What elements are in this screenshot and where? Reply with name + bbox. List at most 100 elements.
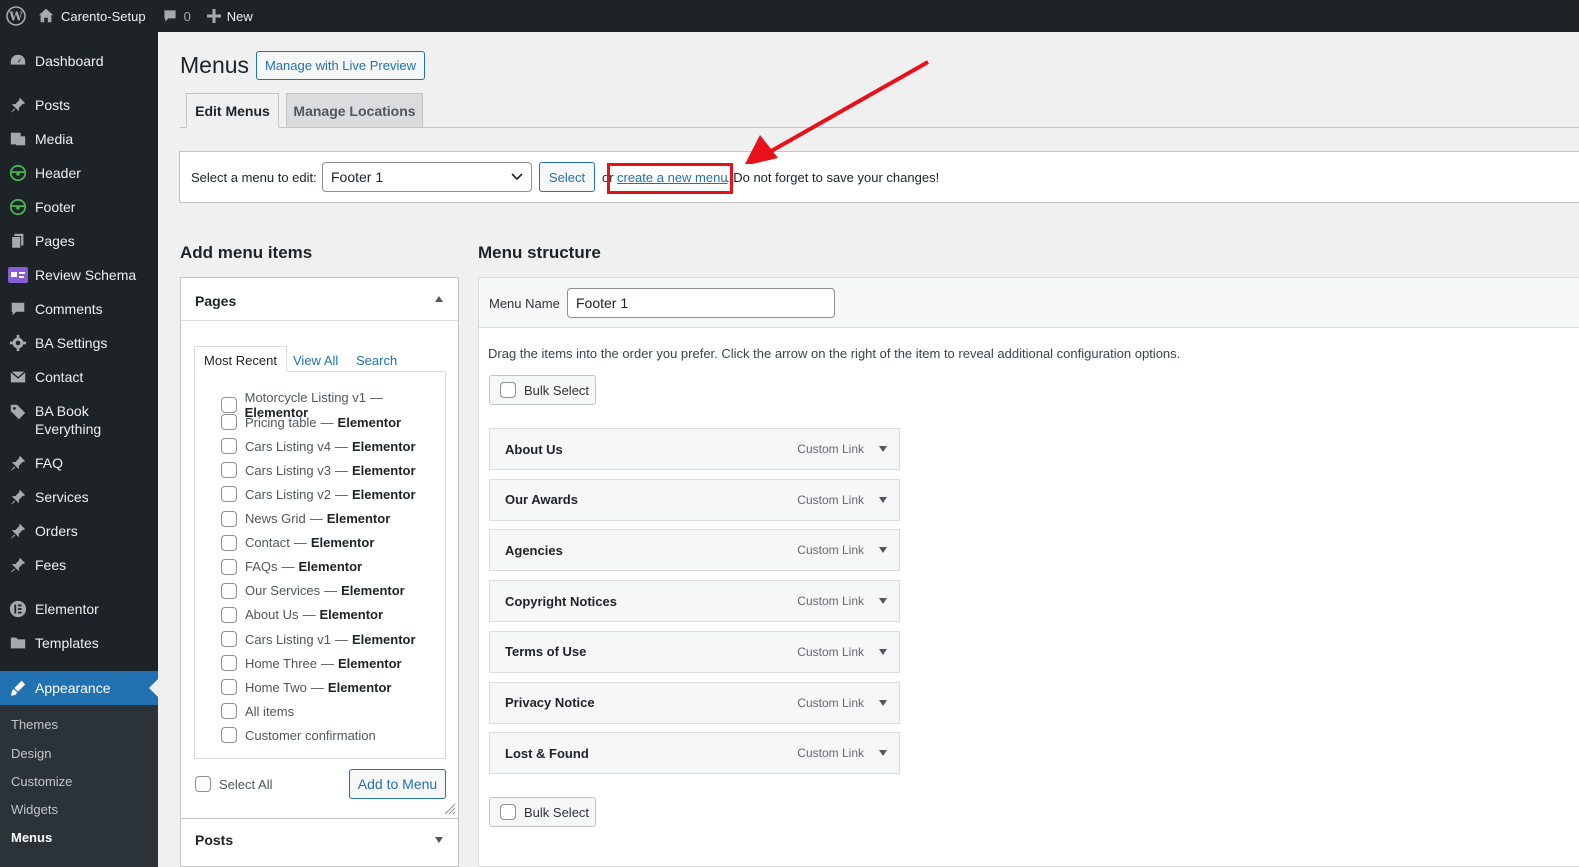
page-checkbox[interactable] bbox=[221, 606, 237, 623]
tab-most-recent[interactable]: Most Recent bbox=[194, 346, 287, 372]
expand-item-caret-icon[interactable] bbox=[879, 446, 887, 452]
page-checklist-item[interactable]: Home Two — Elementor bbox=[221, 679, 391, 696]
page-checkbox[interactable] bbox=[221, 727, 237, 744]
tab-search[interactable]: Search bbox=[356, 353, 397, 368]
tab-manage-locations[interactable]: Manage Locations bbox=[286, 93, 423, 127]
menu-item-title: Our Awards bbox=[505, 492, 578, 508]
page-checkbox[interactable] bbox=[221, 703, 237, 720]
sidebar-item-ba-book-everything[interactable]: BA Book Everything bbox=[0, 396, 158, 444]
menu-item-type: Custom Link bbox=[797, 543, 864, 558]
sidebar-item-fees[interactable]: Fees bbox=[0, 550, 158, 580]
page-checklist-item[interactable]: About Us — Elementor bbox=[221, 606, 383, 623]
page-checklist-item[interactable]: News Grid — Elementor bbox=[221, 510, 390, 527]
expand-item-caret-icon[interactable] bbox=[879, 547, 887, 554]
submenu-item-menus[interactable]: Menus bbox=[11, 830, 52, 845]
page-checklist-item[interactable]: Cars Listing v1— Elementor bbox=[221, 631, 416, 647]
select-all-checkbox[interactable] bbox=[195, 776, 211, 792]
sidebar-item-appearance[interactable]: Appearance bbox=[0, 671, 158, 705]
posts-panel[interactable]: Posts bbox=[180, 818, 459, 867]
sidebar-item-contact[interactable]: Contact bbox=[0, 362, 158, 392]
page-checklist-item[interactable]: Customer confirmation bbox=[221, 727, 376, 744]
menu-item-row[interactable]: Copyright Notices Custom Link bbox=[489, 580, 900, 623]
sidebar-item-header[interactable]: Header bbox=[0, 158, 158, 188]
page-checklist-item[interactable]: FAQs — Elementor bbox=[221, 558, 362, 575]
sidebar-item-services[interactable]: Services bbox=[0, 482, 158, 512]
page-checklist-item[interactable]: All items bbox=[221, 703, 295, 720]
sidebar-item-orders[interactable]: Orders bbox=[0, 516, 158, 546]
resize-handle-icon[interactable] bbox=[444, 803, 456, 815]
submenu-item-themes[interactable]: Themes bbox=[11, 717, 58, 732]
sidebar-item-label: Review Schema bbox=[35, 267, 137, 283]
sidebar-item-posts[interactable]: Posts bbox=[0, 90, 158, 120]
select-button[interactable]: Select bbox=[539, 162, 595, 192]
bulk-select-bottom-button[interactable]: Bulk Select bbox=[489, 797, 596, 827]
submenu-item-design[interactable]: Design bbox=[11, 746, 51, 761]
page-checkbox[interactable] bbox=[221, 462, 237, 479]
add-to-menu-button[interactable]: Add to Menu bbox=[349, 769, 446, 799]
bulk-select-top-button[interactable]: Bulk Select bbox=[489, 375, 596, 405]
sidebar-item-footer[interactable]: Footer bbox=[0, 192, 158, 222]
site-name-link[interactable]: Carento-Setup bbox=[33, 0, 154, 32]
pages-panel: Pages Most Recent View All Search Motorc… bbox=[180, 277, 459, 819]
submenu-item-customize[interactable]: Customize bbox=[11, 774, 72, 789]
page-checkbox[interactable] bbox=[221, 534, 237, 551]
sidebar-item-label-line1: BA Book bbox=[35, 403, 89, 419]
page-checkbox[interactable] bbox=[221, 438, 237, 455]
page-checkbox[interactable] bbox=[221, 582, 237, 599]
menu-item-row[interactable]: Privacy Notice Custom Link bbox=[489, 681, 900, 724]
page-checklist-item[interactable]: Cars Listing v2— Elementor bbox=[221, 486, 416, 503]
manage-live-preview-button[interactable]: Manage with Live Preview bbox=[256, 51, 425, 80]
menu-item-row[interactable]: Agencies Custom Link bbox=[489, 529, 900, 572]
menu-select-dropdown[interactable]: Footer 1 bbox=[322, 162, 532, 192]
page-checkbox[interactable] bbox=[221, 510, 237, 527]
sidebar-item-label: Templates bbox=[35, 635, 99, 651]
sidebar-item-ba-settings[interactable]: BA Settings bbox=[0, 328, 158, 358]
page-item-label: Cars Listing v1— Elementor bbox=[245, 632, 416, 647]
page-checklist-item[interactable]: Home Three — Elementor bbox=[221, 655, 402, 672]
page-checkbox[interactable] bbox=[221, 397, 237, 413]
menu-item-row[interactable]: Our Awards Custom Link bbox=[489, 478, 900, 521]
sidebar-item-elementor[interactable]: Elementor bbox=[0, 594, 158, 624]
sidebar-item-faq[interactable]: FAQ bbox=[0, 448, 158, 478]
sidebar-item-templates[interactable]: Templates bbox=[0, 628, 158, 658]
sidebar-item-label: Header bbox=[35, 165, 81, 181]
sidebar-item-label: Media bbox=[35, 131, 74, 147]
page-checkbox[interactable] bbox=[221, 679, 237, 696]
comments-link[interactable]: 0 bbox=[154, 0, 199, 32]
bulk-select-checkbox[interactable] bbox=[500, 382, 516, 398]
menu-item-row[interactable]: Lost & Found Custom Link bbox=[489, 732, 900, 775]
expand-item-caret-icon[interactable] bbox=[879, 496, 887, 503]
expand-item-caret-icon[interactable] bbox=[879, 598, 887, 605]
page-checklist-item[interactable]: Our Services — Elementor bbox=[221, 582, 405, 599]
sidebar-item-review-schema[interactable]: Review Schema bbox=[0, 260, 158, 290]
menu-item-row[interactable]: Terms of Use Custom Link bbox=[489, 630, 900, 673]
submenu-item-widgets[interactable]: Widgets bbox=[11, 802, 58, 817]
page-checkbox[interactable] bbox=[221, 558, 237, 575]
expand-item-caret-icon[interactable] bbox=[879, 750, 887, 757]
page-checkbox[interactable] bbox=[221, 631, 237, 647]
page-checkbox[interactable] bbox=[221, 414, 237, 431]
sidebar-item-comments[interactable]: Comments bbox=[0, 294, 158, 324]
menu-name-input[interactable]: Footer 1 bbox=[567, 288, 835, 318]
sidebar-item-dashboard[interactable]: Dashboard bbox=[0, 46, 158, 76]
bulk-select-checkbox[interactable] bbox=[500, 804, 516, 820]
pages-panel-header[interactable]: Pages bbox=[181, 278, 458, 321]
expand-item-caret-icon[interactable] bbox=[879, 648, 887, 655]
page-checklist-item[interactable]: Cars Listing v3— Elementor bbox=[221, 462, 416, 479]
tab-edit-menus[interactable]: Edit Menus bbox=[186, 93, 279, 128]
sidebar-item-pages[interactable]: Pages bbox=[0, 226, 158, 256]
sidebar-item-media[interactable]: Media bbox=[0, 124, 158, 154]
select-all-control[interactable]: Select All bbox=[195, 776, 272, 792]
page-checklist-item[interactable]: Pricing table — Elementor bbox=[221, 414, 401, 431]
new-content-link[interactable]: New bbox=[199, 0, 261, 32]
page-checklist-item[interactable]: Cars Listing v4— Elementor bbox=[221, 438, 416, 455]
page-checkbox[interactable] bbox=[221, 655, 237, 672]
page-item-suffix: Elementor bbox=[351, 631, 416, 647]
menu-item-row[interactable]: About Us Custom Link bbox=[489, 428, 900, 470]
expand-item-caret-icon[interactable] bbox=[879, 699, 887, 706]
tab-view-all[interactable]: View All bbox=[293, 353, 338, 368]
page-checklist-item[interactable]: Contact — Elementor bbox=[221, 534, 374, 551]
wordpress-logo-icon[interactable]: W bbox=[0, 0, 33, 32]
page-checkbox[interactable] bbox=[221, 486, 237, 503]
page-item-name: All items bbox=[245, 703, 295, 719]
